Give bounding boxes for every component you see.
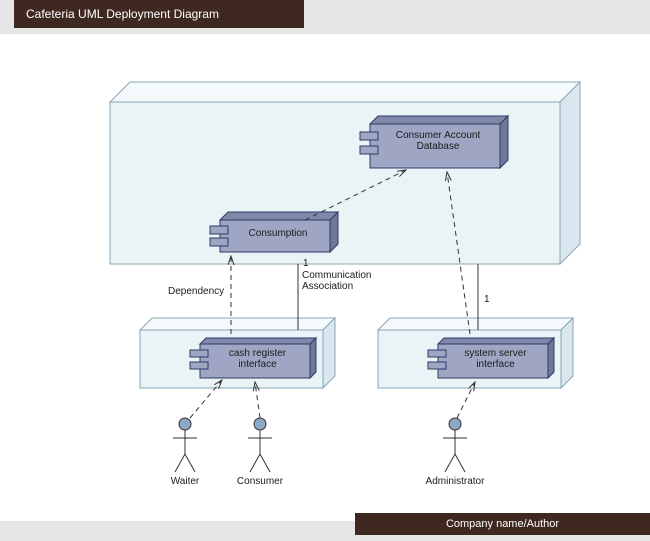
actor-administrator bbox=[443, 418, 467, 472]
footer-bar: Company name/Author bbox=[355, 513, 650, 535]
label-dependency: Dependency bbox=[168, 286, 224, 297]
label-communication-association: CommunicationAssociation bbox=[302, 270, 392, 292]
actor-waiter bbox=[173, 418, 197, 472]
label-system-server-interface: system serverinterface bbox=[448, 348, 543, 370]
label-consumer-account-database: Consumer AccountDatabase bbox=[383, 130, 493, 152]
label-cash-register-interface: cash registerinterface bbox=[210, 348, 305, 370]
actor-consumer bbox=[248, 418, 272, 472]
diagram-canvas: Consumer AccountDatabase Consumption cas… bbox=[0, 34, 650, 513]
label-mult-1-right: 1 bbox=[484, 294, 490, 305]
label-consumer: Consumer bbox=[230, 476, 290, 487]
label-mult-1-left: 1 bbox=[303, 258, 309, 269]
node-main-server bbox=[110, 82, 580, 264]
page-root: Cafeteria UML Deployment Diagram Company… bbox=[0, 0, 650, 541]
label-administrator: Administrator bbox=[425, 476, 485, 487]
label-consumption: Consumption bbox=[233, 228, 323, 239]
label-waiter: Waiter bbox=[155, 476, 215, 487]
title-bar: Cafeteria UML Deployment Diagram bbox=[14, 0, 304, 28]
